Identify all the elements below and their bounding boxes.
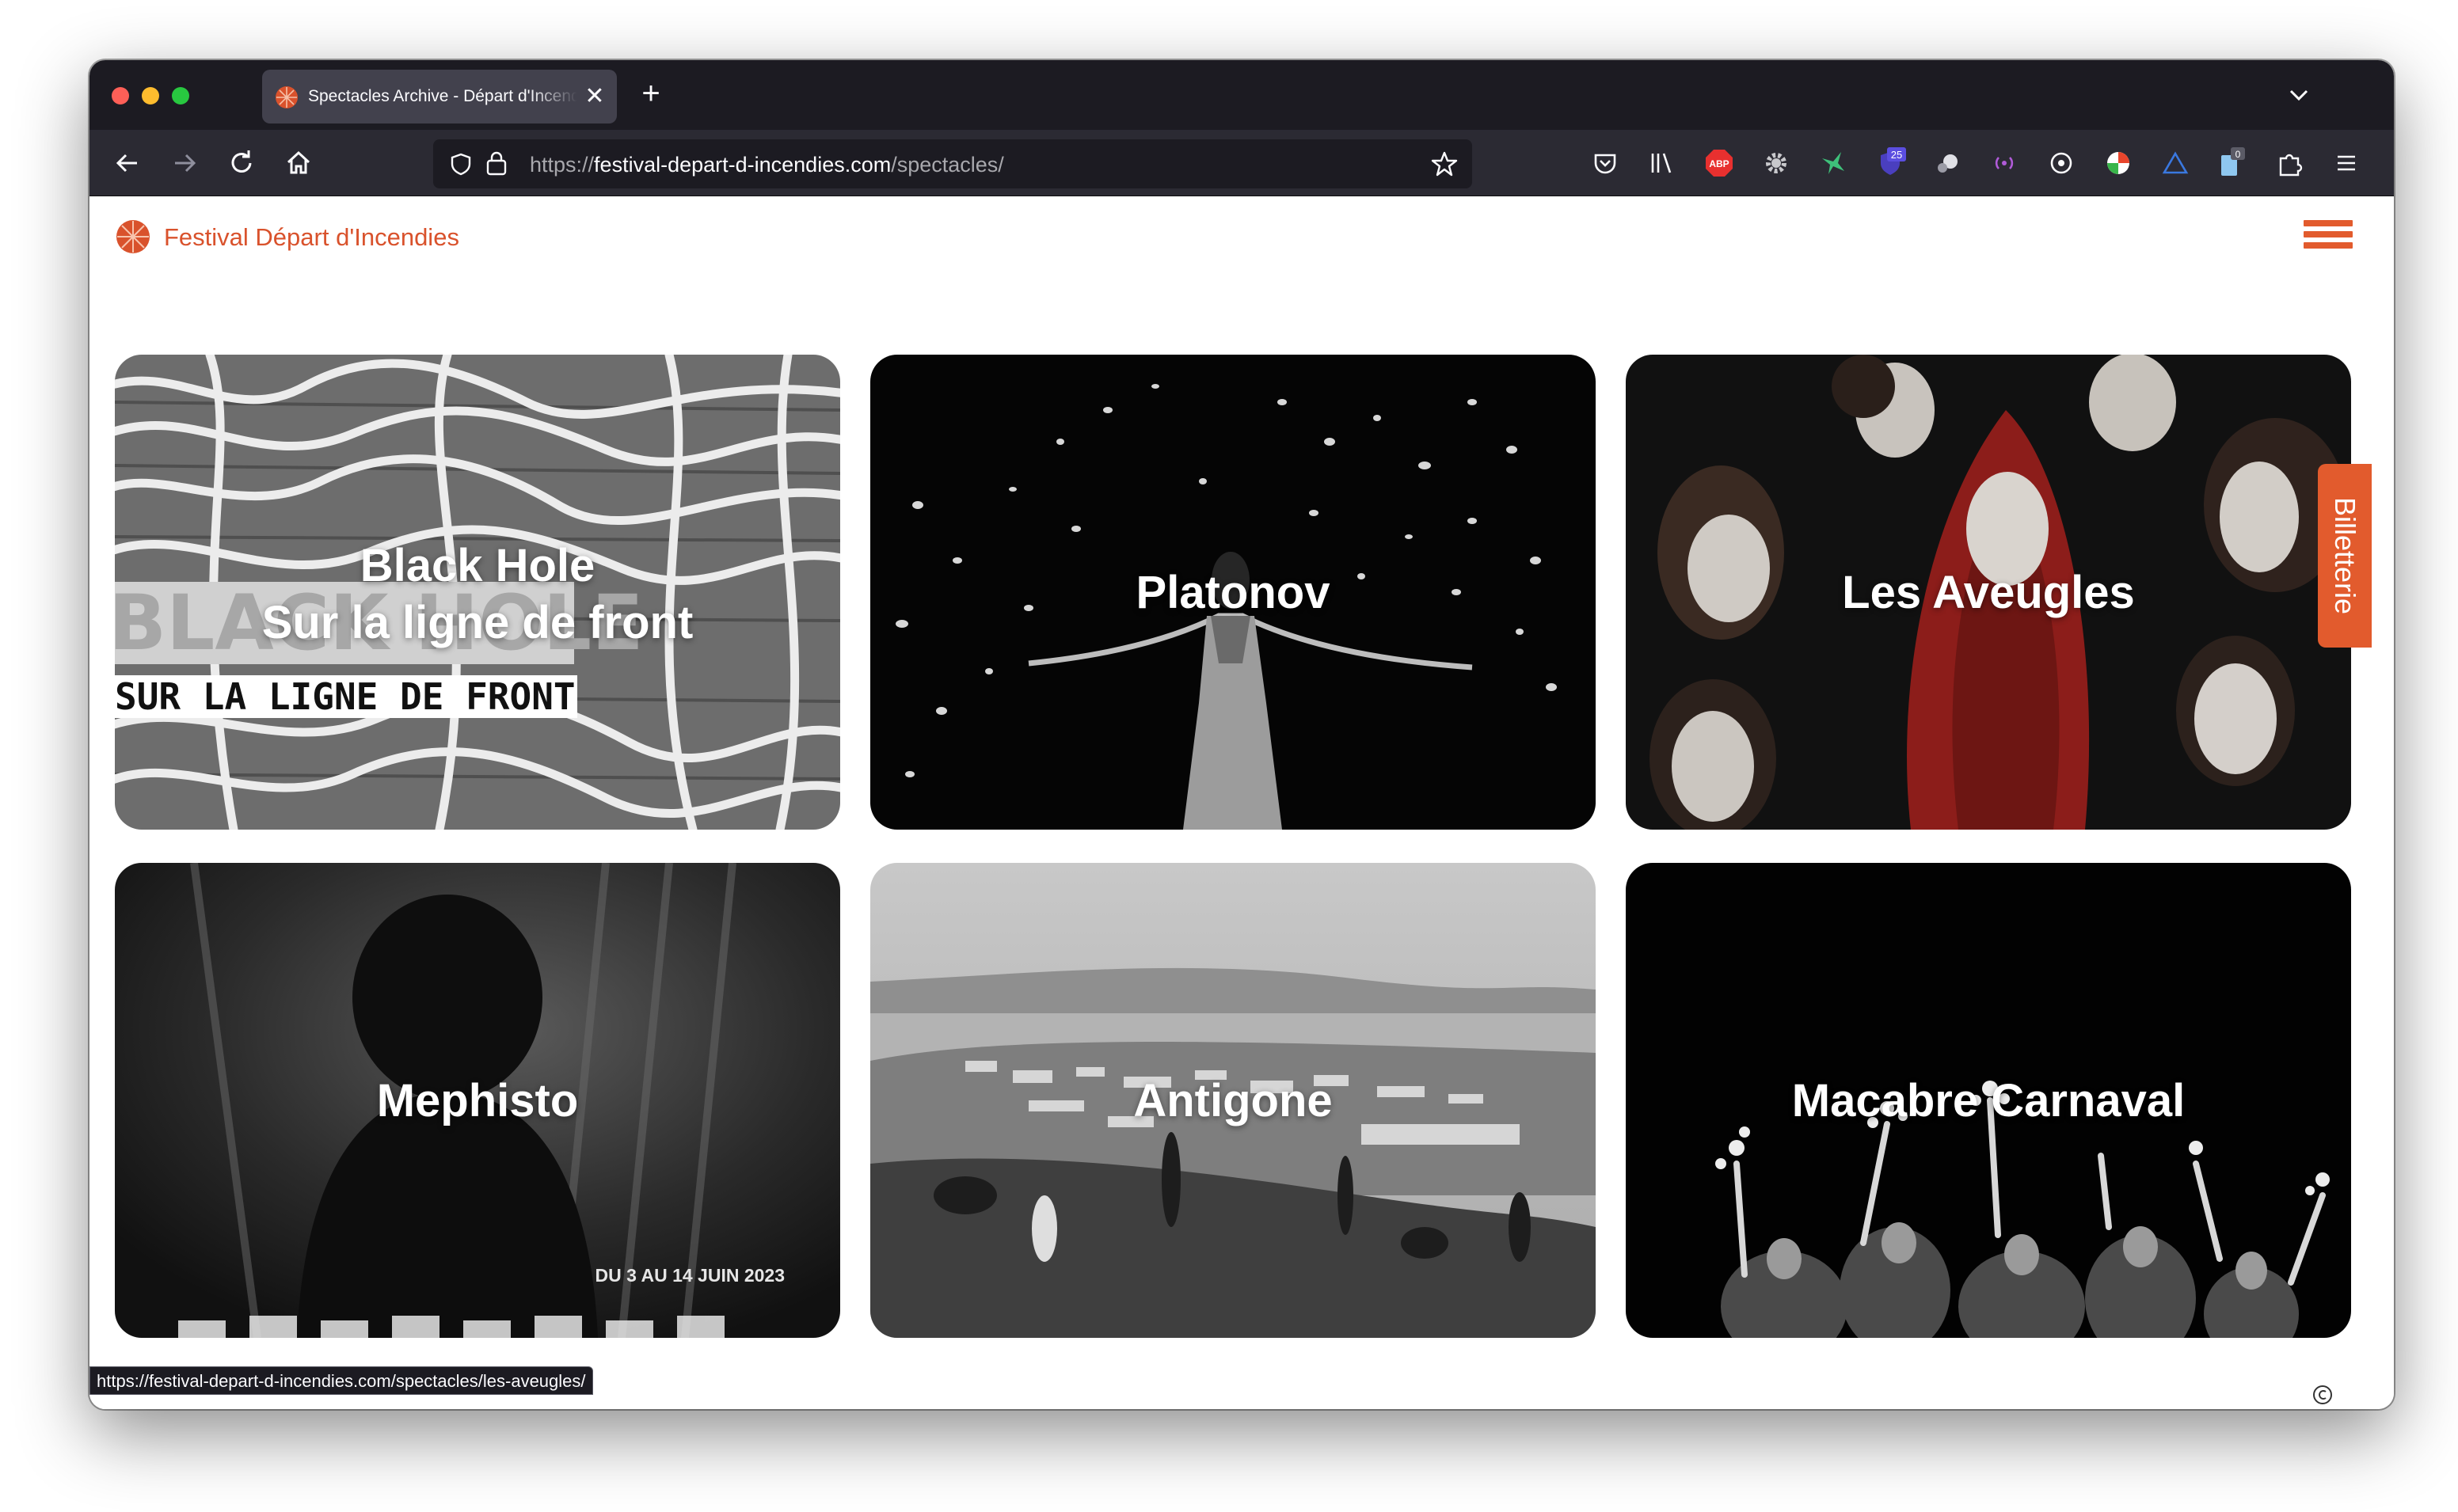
show-card-mephisto[interactable]: Mephisto DU 3 AU 14 JUIN 2023 — [115, 863, 840, 1338]
app-menu-icon[interactable] — [2331, 147, 2362, 179]
card-title-platonov: Platonov — [1136, 567, 1330, 618]
site-favicon-icon — [276, 86, 298, 108]
notes-extension-icon[interactable]: 0 — [2216, 147, 2248, 179]
tab-title: Spectacles Archive - Départ d'Incendies — [308, 87, 577, 105]
card-date-mephisto: DU 3 AU 14 JUIN 2023 — [595, 1265, 785, 1286]
site-logo-icon[interactable] — [115, 218, 151, 255]
address-bar[interactable]: https://festival-depart-d-incendies.com/… — [433, 139, 1472, 188]
show-card-les-aveugles[interactable]: Les Aveugles — [1626, 355, 2351, 830]
svg-text:0: 0 — [2235, 149, 2241, 160]
card-title-mephisto: Mephisto — [376, 1075, 579, 1126]
svg-text:ABP: ABP — [1709, 158, 1729, 169]
navigation-toolbar: https://festival-depart-d-incendies.com/… — [89, 130, 2394, 196]
broadcast-icon[interactable] — [1988, 147, 2020, 179]
show-card-antigone[interactable]: Antigone — [870, 863, 1596, 1338]
extensions-puzzle-icon[interactable] — [2273, 147, 2305, 179]
url-path: /spectacles/ — [891, 153, 1004, 177]
active-tab[interactable]: Spectacles Archive - Départ d'Incendies … — [262, 70, 617, 123]
site-title-link[interactable]: Festival Départ d'Incendies — [164, 223, 459, 252]
pocket-icon[interactable] — [1589, 147, 1621, 179]
ublock-shield-icon[interactable]: 25 — [1874, 147, 1906, 179]
home-icon[interactable] — [281, 146, 316, 180]
library-icon[interactable] — [1646, 147, 1678, 179]
bubbles-extension-icon[interactable] — [1931, 147, 1963, 179]
url-host: festival-depart-d-incendies.com — [594, 153, 892, 177]
reload-icon[interactable] — [224, 146, 259, 180]
window-maximize-button[interactable] — [172, 87, 189, 104]
bookmark-star-icon[interactable] — [1431, 150, 1458, 177]
billetterie-label: Billetterie — [2329, 496, 2361, 615]
card-title-black-hole: Black Hole — [360, 540, 595, 591]
show-card-black-hole[interactable]: BLACK HOLE SUR LA LIGNE DE FRONT Black H… — [115, 355, 840, 830]
card-subtitle-black-hole: Sur la ligne de front — [261, 597, 694, 648]
page-content: Festival Départ d'Incendies BLACK HOLE S… — [89, 196, 2394, 1409]
svg-text:SUR LA LIGNE DE FRONT: SUR LA LIGNE DE FRONT — [115, 675, 576, 718]
url-scheme: https:// — [530, 153, 595, 177]
show-card-macabre-carnaval[interactable]: Macabre Carnaval — [1626, 863, 2351, 1338]
card-title-les-aveugles: Les Aveugles — [1842, 567, 2135, 618]
tracking-protection-shield-icon[interactable] — [449, 152, 473, 176]
status-bar-link-preview: https://festival-depart-d-incendies.com/… — [89, 1366, 593, 1395]
svg-text:25: 25 — [1891, 149, 1902, 161]
window-minimize-button[interactable] — [142, 87, 159, 104]
lock-icon[interactable] — [485, 150, 508, 176]
chevron-down-icon[interactable] — [2283, 79, 2315, 111]
card-title-antigone: Antigone — [1133, 1075, 1333, 1126]
forward-arrow-icon[interactable] — [167, 146, 202, 180]
timer-extension-icon[interactable] — [2045, 147, 2077, 179]
browser-window: Spectacles Archive - Départ d'Incendies … — [89, 60, 2394, 1409]
tab-bar: Spectacles Archive - Départ d'Incendies … — [89, 60, 2394, 130]
window-close-button[interactable] — [112, 87, 129, 104]
card-title-macabre-carnaval: Macabre Carnaval — [1791, 1075, 2186, 1126]
gear-extension-icon[interactable] — [1760, 147, 1792, 179]
adblock-plus-icon[interactable]: ABP — [1703, 147, 1735, 179]
triangle-extension-icon[interactable] — [2159, 147, 2191, 179]
copyright-icon — [2313, 1385, 2332, 1404]
billetterie-tab-button[interactable]: Billetterie — [2318, 464, 2372, 648]
hummingbird-extension-icon[interactable] — [1817, 147, 1849, 179]
url-text[interactable]: https://festival-depart-d-incendies.com/… — [530, 153, 1004, 177]
new-tab-button[interactable]: + — [631, 76, 671, 116]
hamburger-menu-icon[interactable] — [2304, 220, 2353, 255]
color-wheel-extension-icon[interactable] — [2102, 147, 2134, 179]
back-arrow-icon[interactable] — [110, 146, 145, 180]
show-card-platonov[interactable]: Platonov — [870, 355, 1596, 830]
tab-close-button[interactable]: ✕ — [579, 81, 611, 112]
